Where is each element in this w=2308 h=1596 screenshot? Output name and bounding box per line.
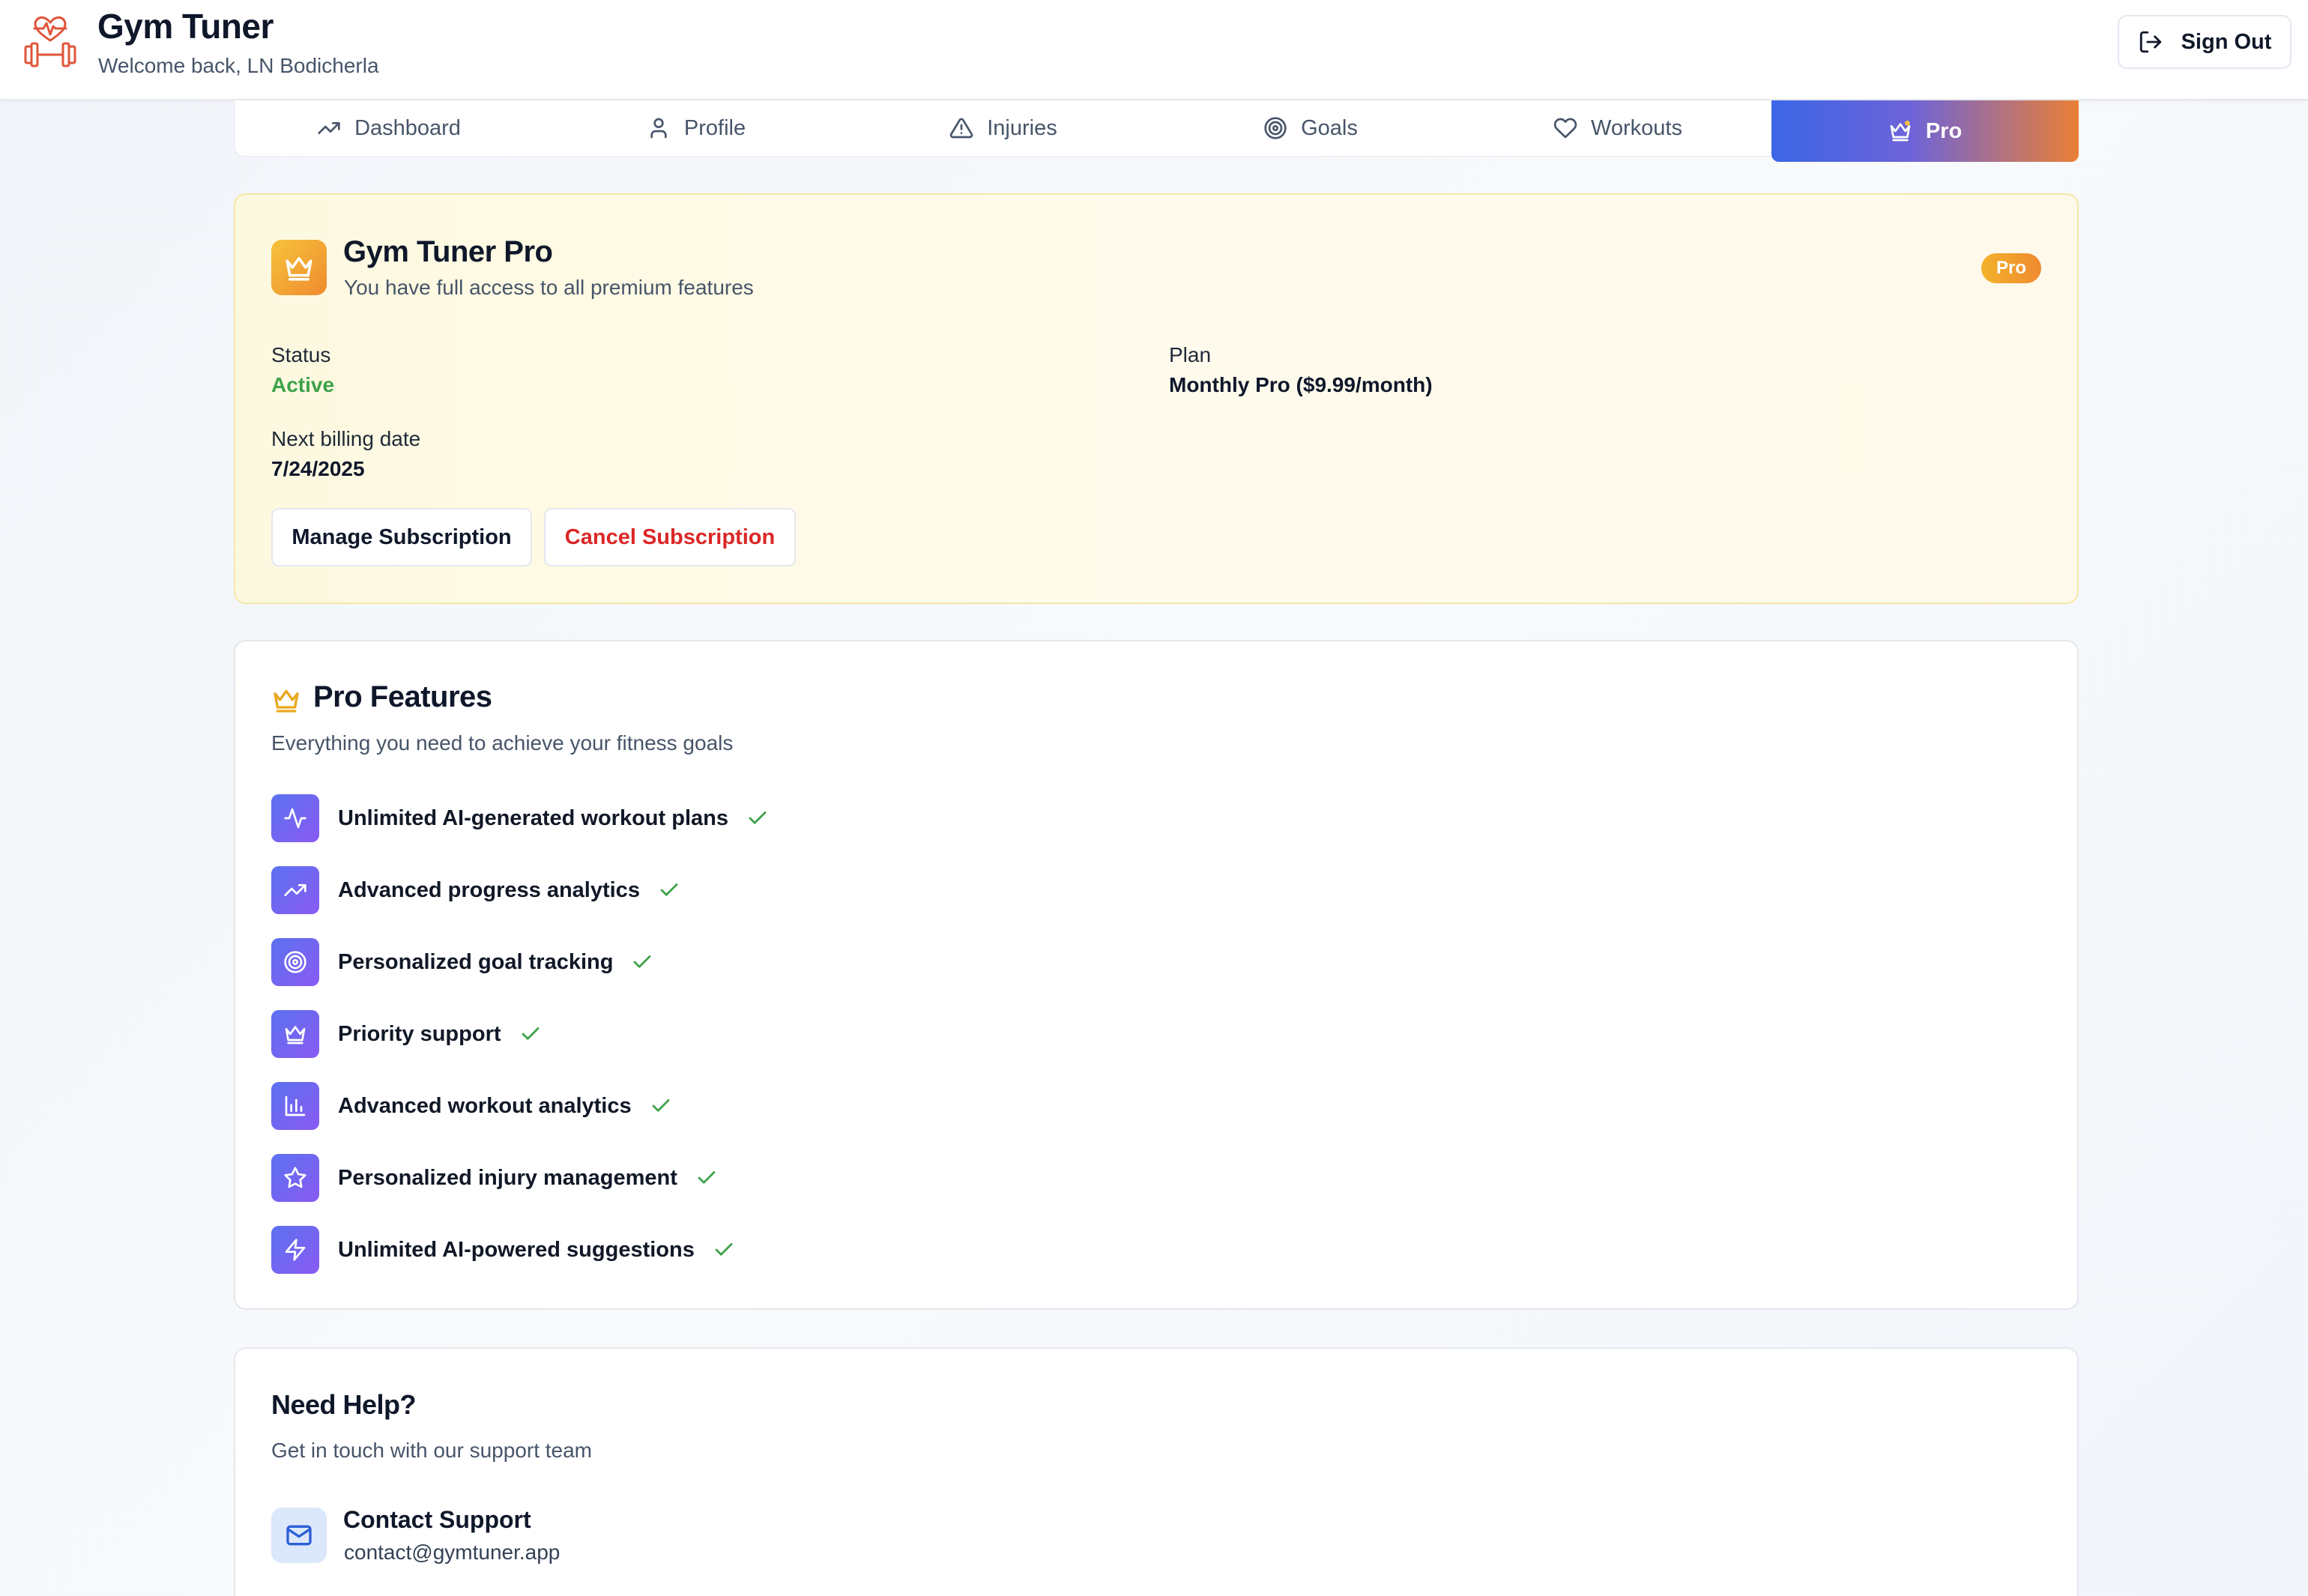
tab-injuries[interactable]: Injuries	[850, 100, 1157, 156]
feature-item: Unlimited AI-powered suggestions	[271, 1226, 735, 1274]
trending-up-icon	[284, 884, 306, 896]
subscription-card: Gym Tuner Pro You have full access to al…	[234, 193, 2079, 604]
feature-icon-tile	[271, 1226, 319, 1274]
feature-icon-tile	[271, 866, 319, 914]
help-card: Need Help? Get in touch with our support…	[234, 1347, 2079, 1596]
check-icon	[715, 1243, 733, 1256]
check-icon	[660, 883, 678, 896]
crown-icon	[285, 1026, 306, 1045]
feature-label: Priority support	[338, 1021, 501, 1046]
feature-icon-tile	[271, 938, 319, 986]
tab-label: Profile	[683, 115, 746, 140]
log-out-icon	[2139, 31, 2161, 53]
trending-up-icon	[318, 122, 340, 134]
contact-support-title: Contact Support	[343, 1506, 531, 1533]
feature-item: Unlimited AI-generated workout plans	[271, 794, 769, 842]
feature-icon-tile	[271, 1082, 319, 1130]
feature-item: Advanced progress analytics	[271, 866, 680, 914]
tab-label: Injuries	[987, 115, 1057, 140]
feature-icon-tile	[271, 1010, 319, 1058]
tab-label: Pro	[1925, 118, 1963, 143]
status-value: Active	[271, 373, 335, 396]
check-icon	[749, 811, 767, 824]
pro-badge: Pro	[1981, 253, 2041, 283]
features-title: Pro Features	[313, 680, 492, 713]
plan-value: Monthly Pro ($9.99/month)	[1169, 373, 1433, 396]
mail-icon	[286, 1525, 312, 1546]
user-icon	[650, 118, 667, 139]
target-icon	[284, 951, 306, 973]
plan-label: Plan	[1169, 343, 1212, 366]
check-icon	[522, 1027, 539, 1040]
feature-icon-tile	[271, 794, 319, 842]
status-label: Status	[271, 343, 331, 366]
crown-icon	[274, 689, 299, 713]
feature-item: Advanced workout analytics	[271, 1082, 672, 1130]
manage-subscription-button[interactable]: Manage Subscription	[271, 508, 532, 566]
feature-label: Personalized injury management	[338, 1165, 677, 1190]
crown-icon	[286, 257, 312, 281]
crown-tile	[271, 240, 327, 295]
main-tab-bar: Dashboard Profile Injuries Goals Workout…	[234, 100, 2079, 162]
tab-workouts[interactable]: Workouts	[1464, 100, 1771, 156]
activity-icon	[284, 808, 306, 829]
welcome-message: Welcome back, LN Bodicherla	[98, 54, 379, 77]
tab-dashboard[interactable]: Dashboard	[235, 100, 543, 156]
zap-icon	[285, 1239, 306, 1261]
feature-label: Advanced progress analytics	[338, 877, 640, 902]
feature-label: Personalized goal tracking	[338, 949, 614, 974]
contact-email-link[interactable]: contact@gymtuner.app	[344, 1541, 560, 1565]
app-header: Gym Tuner Welcome back, LN Bodicherla Si…	[0, 0, 2308, 100]
feature-label: Unlimited AI-powered suggestions	[338, 1237, 695, 1262]
target-icon	[1264, 117, 1287, 139]
help-title: Need Help?	[271, 1389, 417, 1420]
feature-item: Priority support	[271, 1010, 542, 1058]
help-subtitle: Get in touch with our support team	[271, 1439, 592, 1462]
subscription-subtitle: You have full access to all premium feat…	[344, 276, 754, 299]
feature-item: Personalized goal tracking	[271, 938, 653, 986]
gym-heart-logo-icon	[24, 16, 76, 67]
feature-label: Advanced workout analytics	[338, 1093, 632, 1118]
billing-label: Next billing date	[271, 427, 421, 450]
sign-out-label: Sign Out	[2181, 29, 2272, 54]
tab-pro[interactable]: Pro	[1771, 100, 2079, 162]
crown-icon	[1890, 121, 1911, 142]
billing-value: 7/24/2025	[271, 457, 365, 480]
mail-tile	[271, 1508, 327, 1563]
sign-out-button[interactable]: Sign Out	[2118, 15, 2292, 69]
subscription-title: Gym Tuner Pro	[343, 235, 553, 268]
check-icon	[698, 1171, 716, 1184]
check-icon	[634, 955, 651, 968]
star-icon	[284, 1167, 306, 1188]
check-icon	[652, 1099, 669, 1112]
tab-label: Dashboard	[354, 115, 461, 140]
tab-label: Workouts	[1591, 115, 1682, 140]
warning-triangle-icon	[949, 118, 973, 139]
cancel-subscription-button[interactable]: Cancel Subscription	[544, 508, 796, 566]
feature-item: Personalized injury management	[271, 1154, 718, 1202]
bar-chart-icon	[285, 1095, 306, 1116]
feature-label: Unlimited AI-generated workout plans	[338, 805, 728, 830]
features-subtitle: Everything you need to achieve your fitn…	[271, 731, 734, 755]
tab-goals[interactable]: Goals	[1157, 100, 1464, 156]
feature-icon-tile	[271, 1154, 319, 1202]
pro-features-card: Pro Features Everything you need to achi…	[234, 640, 2079, 1310]
tab-profile[interactable]: Profile	[543, 100, 850, 156]
tab-label: Goals	[1301, 115, 1358, 140]
heart-icon	[1553, 118, 1577, 139]
app-title: Gym Tuner	[97, 7, 274, 46]
